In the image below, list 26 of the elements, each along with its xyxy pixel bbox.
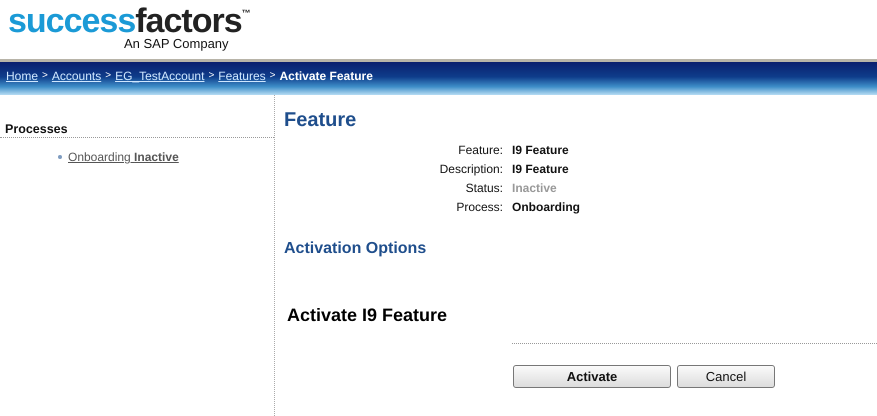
trademark: ™ xyxy=(242,7,250,20)
sidebar-title: Processes xyxy=(0,122,274,138)
field-value: I9 Feature xyxy=(512,162,570,176)
field-label: Status: xyxy=(464,181,503,195)
field-value: Onboarding xyxy=(512,200,580,214)
breadcrumb-separator: > xyxy=(208,70,214,81)
section-heading: Activate I9 Feature xyxy=(287,305,448,326)
field-label: Feature: xyxy=(457,143,503,157)
breadcrumb-link[interactable]: Features xyxy=(218,68,266,82)
breadcrumb-link[interactable]: Home xyxy=(6,68,38,82)
page-title: Feature xyxy=(284,109,358,132)
section-title: Activation Options xyxy=(284,240,428,258)
field-label: Process: xyxy=(455,200,503,214)
activate-button[interactable]: Activate xyxy=(513,365,671,388)
field-value: Inactive xyxy=(512,181,558,195)
breadcrumb-link[interactable]: Accounts xyxy=(52,68,102,82)
breadcrumb-current: Activate Feature xyxy=(280,68,373,82)
breadcrumb-separator: > xyxy=(270,70,276,81)
field-value: I9 Feature xyxy=(512,143,570,157)
breadcrumb-separator: > xyxy=(105,70,112,81)
bullet-icon xyxy=(58,155,62,159)
breadcrumb-separator: > xyxy=(42,70,48,81)
breadcrumb-link[interactable]: EG_TestAccount xyxy=(115,68,204,82)
process-link[interactable]: Onboarding Inactive xyxy=(68,150,179,164)
cancel-button[interactable]: Cancel xyxy=(677,365,775,388)
field-label: Description: xyxy=(438,162,503,176)
